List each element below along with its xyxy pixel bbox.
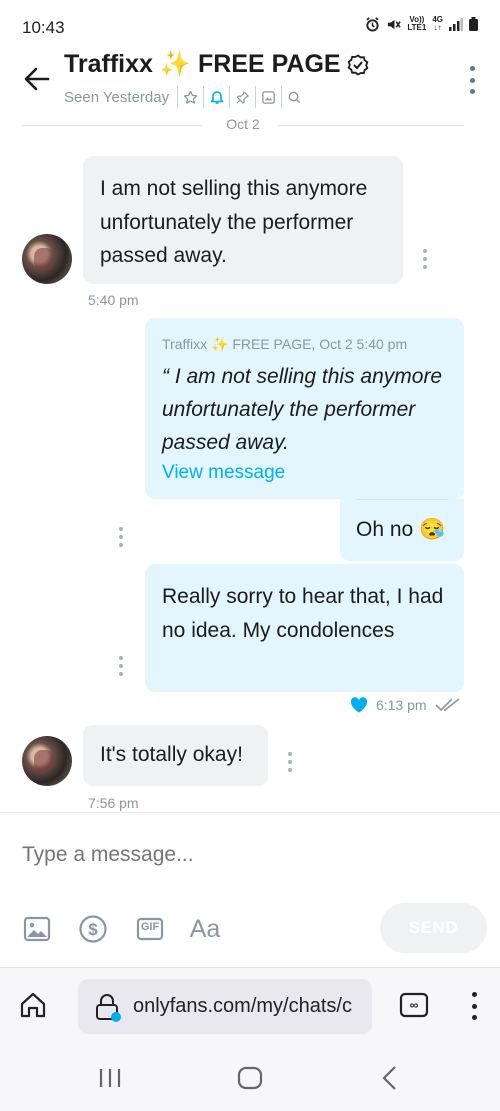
dot [288,752,292,756]
bubble-separator [356,499,448,500]
back-button[interactable] [20,62,54,96]
chat-title[interactable]: Traffixx ✨ FREE PAGE [64,50,369,79]
chevron-left-icon [382,1066,396,1090]
address-bar[interactable]: onlyfans.com/my/chats/c [78,979,372,1034]
message-meta: 6:13 pm [350,697,461,713]
dot [288,760,292,764]
incoming-message-bubble[interactable]: It's totally okay! [83,725,268,786]
dot [469,89,475,94]
text-format-button[interactable]: Aa [187,913,223,945]
dot [471,1015,477,1020]
divider-line-right [278,125,464,126]
lock-icon [96,994,121,1022]
browser-menu-button[interactable] [470,992,478,1020]
verified-icon [347,53,368,76]
message-text: Oh no 😪 [356,518,446,541]
outgoing-reply-bubble[interactable]: Traffixx ✨ FREE PAGE, Oct 2 5:40 pm “ I … [145,318,464,499]
outgoing-message-bubble[interactable]: Really sorry to hear that, I had no idea… [145,564,464,692]
font-icon: Aa [189,914,221,943]
tabs-icon: ∞ [399,992,429,1018]
gif-button[interactable]: GIF [135,913,165,945]
dollar-icon: $ [79,915,107,943]
incoming-message-bubble[interactable]: I am not selling this anymore unfortunat… [83,156,403,284]
message-time: 6:13 pm [376,697,427,713]
image-icon [23,916,51,942]
message-time: 7:56 pm [88,795,139,811]
dot [119,527,123,531]
outgoing-message-bubble[interactable]: Oh no 😪 [340,499,464,561]
message-options-button[interactable] [286,752,294,772]
recent-apps-icon [99,1069,121,1087]
back-nav-button[interactable] [380,1065,400,1096]
message-text: Really sorry to hear that, I had no idea… [162,585,444,642]
tip-button[interactable]: $ [78,913,108,945]
message-text: It's totally okay! [100,743,243,766]
gallery-icon[interactable] [255,86,281,108]
message-options-button[interactable] [117,656,125,676]
double-check-icon [435,698,460,712]
volte-indicator: Vo)) LTE1 [407,15,427,32]
home-icon [20,992,46,1018]
status-bar: 10:43 Vo)) LTE1 4G ↓↑ [0,0,500,40]
recent-apps-button[interactable] [97,1067,123,1094]
dot [423,257,427,261]
chat-subtitle: Seen Yesterday [64,86,307,108]
dot [119,656,123,660]
dot [423,265,427,269]
dot [119,664,123,668]
search-icon[interactable] [281,86,307,108]
dot [119,672,123,676]
bell-icon[interactable] [203,86,229,108]
svg-text:∞: ∞ [410,998,419,1012]
dot [423,249,427,253]
dot [288,768,292,772]
dot [469,66,475,71]
dot [469,77,475,83]
sender-avatar[interactable] [22,234,72,284]
gif-label: GIF [140,921,160,933]
send-label: SEND [408,918,459,937]
message-options-button[interactable] [117,527,125,547]
quote-meta: Traffixx ✨ FREE PAGE, Oct 2 5:40 pm [162,336,408,352]
quoted-text: “ I am not selling this anymore unfortun… [162,365,443,454]
status-time: 10:43 [22,18,65,37]
status-icons: Vo)) LTE1 4G ↓↑ [365,16,478,32]
last-seen-text: Seen Yesterday [64,88,170,106]
star-icon[interactable] [177,86,203,108]
svg-text:$: $ [88,920,98,939]
dot [471,1003,477,1009]
dot [119,535,123,539]
date-divider-label: Oct 2 [226,116,260,132]
arrow-left-icon [24,67,50,91]
heart-icon[interactable] [350,697,368,713]
battery-icon [469,17,478,31]
network-indicator: 4G ↓↑ [432,15,443,32]
view-message-link[interactable]: View message [162,459,448,487]
dot [471,992,477,997]
home-nav-button[interactable] [237,1066,263,1095]
message-input[interactable] [22,843,462,867]
message-options-button[interactable] [421,249,429,269]
chat-title-text: Traffixx ✨ FREE PAGE [64,50,341,78]
more-options-button[interactable] [466,66,478,94]
sender-avatar[interactable] [22,736,72,786]
pin-icon[interactable] [229,86,255,108]
tabs-button[interactable]: ∞ [399,992,429,1023]
message-time: 5:40 pm [88,292,139,308]
browser-toolbar: onlyfans.com/my/chats/c ∞ [0,967,500,1043]
mute-icon [388,19,402,29]
alarm-icon [366,16,380,32]
send-button[interactable]: SEND [380,903,487,953]
date-divider: Oct 2 [22,116,464,134]
url-text: onlyfans.com/my/chats/c [133,995,352,1017]
system-nav-bar [0,1043,500,1111]
message-text: I am not selling this anymore unfortunat… [100,177,368,267]
chat-header: Traffixx ✨ FREE PAGE Seen Yesterday [0,40,500,118]
message-composer: $ GIF Aa SEND [0,812,500,967]
dot [119,543,123,547]
signal-icon [449,17,463,31]
image-attach-button[interactable] [22,913,52,945]
home-button[interactable] [18,990,48,1025]
home-nav-icon [237,1066,263,1090]
